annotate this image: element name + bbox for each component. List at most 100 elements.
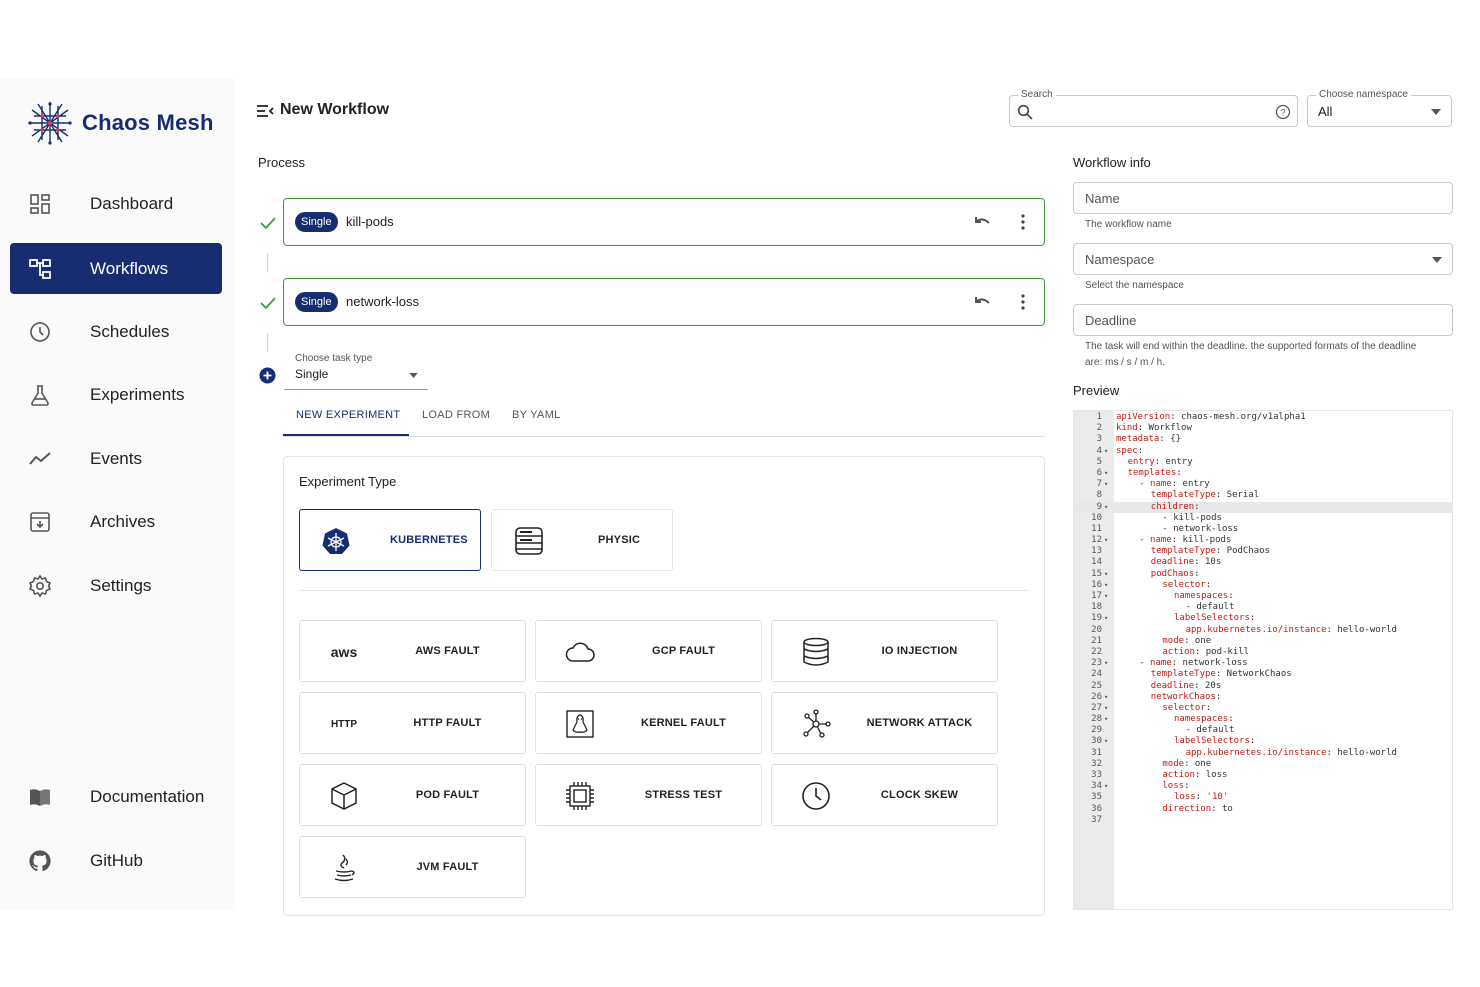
- cloud-icon: [564, 637, 596, 667]
- tab-by-yaml[interactable]: BY YAML: [512, 409, 561, 421]
- fault-io-injection[interactable]: IO INJECTION: [771, 620, 998, 682]
- undo-icon[interactable]: [974, 214, 992, 232]
- line-number: 34: [1091, 781, 1102, 792]
- search-input[interactable]: Search ?: [1009, 89, 1298, 127]
- fold-toggle-icon[interactable]: ▾: [1104, 446, 1112, 457]
- task-type-label: Choose task type: [295, 353, 373, 364]
- fold-toggle-icon[interactable]: ▾: [1104, 781, 1112, 792]
- fault-network-attack[interactable]: NETWORK ATTACK: [771, 692, 998, 754]
- fault-label: HTTP FAULT: [413, 717, 482, 729]
- fold-toggle-icon[interactable]: ▾: [1104, 502, 1112, 513]
- fault-kernel[interactable]: KERNEL FAULT: [535, 692, 762, 754]
- sidebar-item-documentation[interactable]: Documentation: [10, 771, 222, 822]
- code-text: - default: [1185, 602, 1235, 613]
- line-number: 27: [1091, 702, 1102, 713]
- sidebar-item-archives[interactable]: Archives: [10, 496, 222, 547]
- sidebar-item-label: Settings: [90, 575, 152, 595]
- line-number: 20: [1091, 624, 1102, 635]
- more-vert-icon[interactable]: [1020, 213, 1026, 231]
- line-number: 32: [1091, 758, 1102, 769]
- sidebar-item-settings[interactable]: Settings: [10, 560, 222, 611]
- search-icon: [1017, 104, 1033, 120]
- namespace-select[interactable]: Choose namespace All: [1307, 89, 1452, 127]
- code-line: 11 - network-loss: [1074, 524, 1452, 535]
- fold-toggle-icon[interactable]: ▾: [1104, 613, 1112, 624]
- fault-aws[interactable]: aws AWS FAULT: [299, 620, 526, 682]
- fault-label: STRESS TEST: [644, 789, 723, 801]
- fold-toggle-icon[interactable]: ▾: [1104, 736, 1112, 747]
- fault-gcp[interactable]: GCP FAULT: [535, 620, 762, 682]
- fold-toggle-icon[interactable]: ▾: [1104, 535, 1112, 546]
- code-text: action: pod-kill: [1162, 646, 1250, 657]
- menu-collapse-icon[interactable]: [256, 104, 274, 118]
- tab-load-from[interactable]: LOAD FROM: [422, 409, 490, 421]
- dropdown-arrow-icon: [1432, 257, 1442, 263]
- dropdown-arrow-icon: [409, 373, 418, 378]
- sidebar-item-label: Documentation: [90, 786, 205, 806]
- code-text: kind: Workflow: [1116, 423, 1192, 434]
- workflow-name-placeholder: Name: [1085, 191, 1120, 206]
- code-line: 9 ▾ children:: [1074, 501, 1452, 513]
- fault-label: CLOCK SKEW: [880, 789, 959, 801]
- help-icon[interactable]: ?: [1275, 104, 1291, 120]
- fault-clock-skew[interactable]: CLOCK SKEW: [771, 764, 998, 826]
- task-card[interactable]: Single kill-pods: [283, 198, 1045, 246]
- yaml-preview-editor[interactable]: 1 apiVersion: chaos-mesh.org/v1alpha1 2 kin…: [1073, 410, 1453, 910]
- more-vert-icon[interactable]: [1020, 293, 1026, 311]
- fold-toggle-icon[interactable]: ▾: [1104, 468, 1112, 479]
- book-icon: [30, 789, 50, 806]
- fault-http[interactable]: HTTP HTTP FAULT: [299, 692, 526, 754]
- code-line: 8 templateType: Serial: [1074, 490, 1452, 501]
- workflow-deadline-input[interactable]: Deadline: [1073, 304, 1453, 336]
- fault-pod[interactable]: POD FAULT: [299, 764, 526, 826]
- sidebar: Chaos Mesh Dashboard Workflows Schedules…: [0, 78, 235, 910]
- code-text: - kill-pods: [1162, 512, 1222, 523]
- page-title: New Workflow: [280, 101, 390, 118]
- namespace-select-label: Choose namespace: [1316, 89, 1411, 100]
- type-label: KUBERNETES: [390, 534, 468, 546]
- line-number: 13: [1091, 546, 1102, 557]
- task-type-select[interactable]: Choose task type Single: [284, 353, 428, 390]
- sidebar-item-github[interactable]: GitHub: [10, 835, 222, 886]
- fold-toggle-icon[interactable]: ▾: [1104, 703, 1112, 714]
- java-icon: [328, 853, 360, 883]
- fold-toggle-icon[interactable]: ▾: [1104, 714, 1112, 725]
- sidebar-item-schedules[interactable]: Schedules: [10, 306, 222, 357]
- sidebar-item-workflows[interactable]: Workflows: [10, 243, 222, 294]
- app-logo[interactable]: Chaos Mesh: [26, 100, 214, 146]
- line-number: 10: [1091, 512, 1102, 523]
- line-number: 4: [1096, 445, 1102, 456]
- add-task-icon[interactable]: [259, 367, 276, 384]
- task-card[interactable]: Single network-loss: [283, 278, 1045, 326]
- fold-toggle-icon[interactable]: ▾: [1104, 658, 1112, 669]
- trend-line-icon: [29, 452, 51, 465]
- sidebar-item-experiments[interactable]: Experiments: [10, 369, 222, 420]
- check-icon: [260, 297, 276, 310]
- line-number: 7: [1096, 479, 1102, 490]
- check-icon: [260, 217, 276, 230]
- http-icon: HTTP: [330, 718, 358, 730]
- fold-toggle-icon[interactable]: ▾: [1104, 591, 1112, 602]
- code-text: podChaos:: [1150, 568, 1200, 579]
- sidebar-item-dashboard[interactable]: Dashboard: [10, 178, 222, 229]
- fault-stress-test[interactable]: STRESS TEST: [535, 764, 762, 826]
- fold-toggle-icon[interactable]: ▾: [1104, 692, 1112, 703]
- workflow-name-input[interactable]: Name: [1073, 182, 1453, 214]
- sidebar-item-events[interactable]: Events: [10, 433, 222, 484]
- tab-new-experiment[interactable]: NEW EXPERIMENT: [296, 409, 400, 421]
- workflow-deadline-placeholder: Deadline: [1085, 313, 1137, 328]
- code-text: namespaces:: [1174, 591, 1234, 601]
- type-kubernetes[interactable]: KUBERNETES: [299, 509, 481, 571]
- code-text: namespaces:: [1174, 714, 1234, 725]
- workflow-namespace-select[interactable]: Namespace: [1073, 243, 1453, 275]
- line-number: 31: [1091, 747, 1102, 758]
- line-number: 23: [1091, 658, 1102, 669]
- fold-toggle-icon[interactable]: ▾: [1104, 580, 1112, 591]
- fold-toggle-icon[interactable]: ▾: [1104, 479, 1112, 490]
- app-name: Chaos Mesh: [82, 110, 214, 135]
- tabs-divider: [283, 436, 1045, 437]
- type-physic[interactable]: PHYSIC: [491, 509, 673, 571]
- fold-toggle-icon[interactable]: ▾: [1104, 569, 1112, 580]
- fault-jvm[interactable]: JVM FAULT: [299, 836, 526, 898]
- undo-icon[interactable]: [974, 294, 992, 312]
